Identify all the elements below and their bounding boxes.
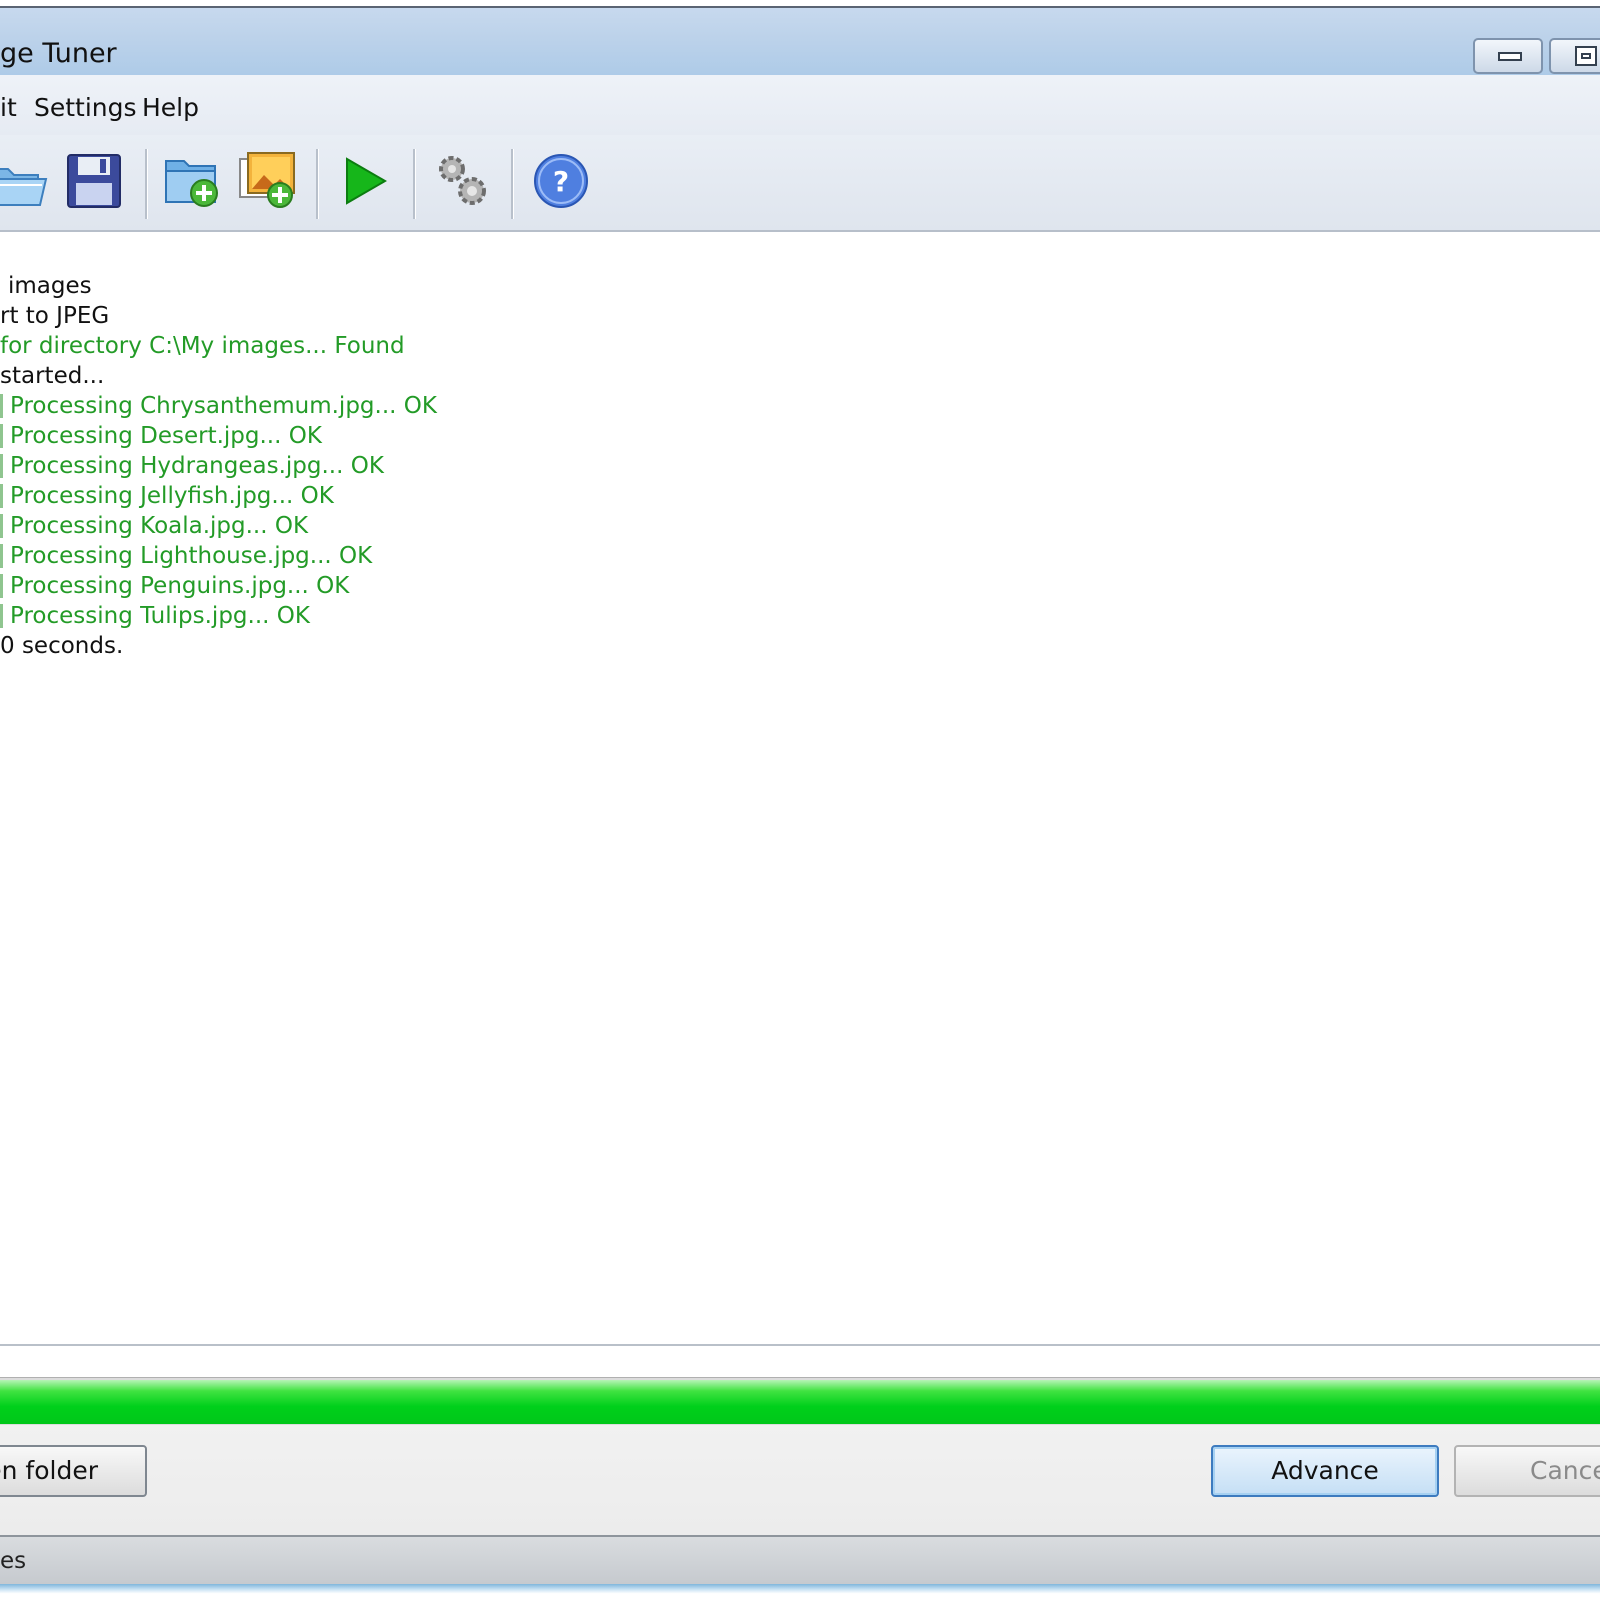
- menu-bar: it Settings Help: [0, 75, 1600, 135]
- log-tree-mark: [0, 514, 3, 538]
- add-folder-icon: [165, 160, 218, 207]
- advance-button[interactable]: Advance: [1211, 1445, 1439, 1497]
- title-bar[interactable]: ge Tuner: [0, 8, 1600, 75]
- log-line: Processing Chrysanthemum.jpg... OK: [10, 393, 437, 419]
- log-tree-mark: [0, 394, 3, 418]
- open-folder-button[interactable]: en folder: [0, 1445, 147, 1497]
- log-line: started...: [0, 363, 105, 389]
- progress-fill: [0, 1380, 1600, 1424]
- log-line: for directory C:\My images... Found: [0, 333, 405, 359]
- status-bar: es: [0, 1535, 1600, 1586]
- open-button[interactable]: [0, 149, 50, 213]
- log-line: Processing Tulips.jpg... OK: [10, 603, 310, 629]
- progress-bar: [0, 1377, 1600, 1426]
- menu-edit[interactable]: it: [0, 92, 17, 124]
- log-line: Processing Hydrangeas.jpg... OK: [10, 453, 384, 479]
- save-button[interactable]: [62, 149, 126, 213]
- settings-button[interactable]: [430, 149, 494, 213]
- log-tree-mark: [0, 484, 3, 508]
- window-title: ge Tuner: [0, 38, 117, 69]
- menu-help[interactable]: Help: [142, 92, 199, 124]
- toolbar-separator: [511, 149, 514, 219]
- minimize-icon: [1498, 52, 1522, 61]
- play-icon: [346, 157, 387, 205]
- status-text: es: [0, 1548, 27, 1574]
- restore-button[interactable]: [1549, 38, 1600, 74]
- toolbar-separator: [145, 149, 148, 219]
- add-folder-button[interactable]: [160, 149, 224, 213]
- log-line: rt to JPEG: [0, 303, 110, 329]
- open-folder-icon: [0, 168, 48, 206]
- toolbar-separator: [413, 149, 416, 219]
- gears-icon: [439, 156, 486, 205]
- toolbar: ?: [0, 135, 1600, 232]
- help-button[interactable]: ?: [529, 149, 593, 213]
- log-tree-mark: [0, 454, 3, 478]
- cancel-button[interactable]: Cance: [1454, 1445, 1600, 1497]
- add-images-button[interactable]: [236, 149, 300, 213]
- add-images-icon: [239, 152, 295, 208]
- log-line: images: [8, 273, 92, 299]
- log-tree-mark: [0, 424, 3, 448]
- run-button[interactable]: [333, 149, 397, 213]
- log-line: Processing Desert.jpg... OK: [10, 423, 322, 449]
- log-tree-mark: [0, 604, 3, 628]
- log-line: Processing Jellyfish.jpg... OK: [10, 483, 334, 509]
- log-tree-mark: [0, 544, 3, 568]
- log-panel[interactable]: images rt to JPEG for directory C:\My im…: [0, 232, 1600, 1346]
- log-line: Processing Penguins.jpg... OK: [10, 573, 350, 599]
- save-icon: [67, 154, 121, 208]
- toolbar-separator: [316, 149, 319, 219]
- help-icon: ?: [534, 154, 588, 208]
- log-line: Processing Koala.jpg... OK: [10, 513, 309, 539]
- restore-icon: [1575, 46, 1597, 66]
- window-border-bottom: [0, 1584, 1600, 1600]
- log-tree-mark: [0, 574, 3, 598]
- button-row: en folder Advance Cance: [0, 1425, 1600, 1535]
- svg-text:?: ?: [553, 165, 569, 198]
- log-line: 0 seconds.: [0, 633, 124, 659]
- log-line: Processing Lighthouse.jpg... OK: [10, 543, 373, 569]
- minimize-button[interactable]: [1473, 38, 1543, 74]
- menu-settings[interactable]: Settings: [34, 92, 137, 124]
